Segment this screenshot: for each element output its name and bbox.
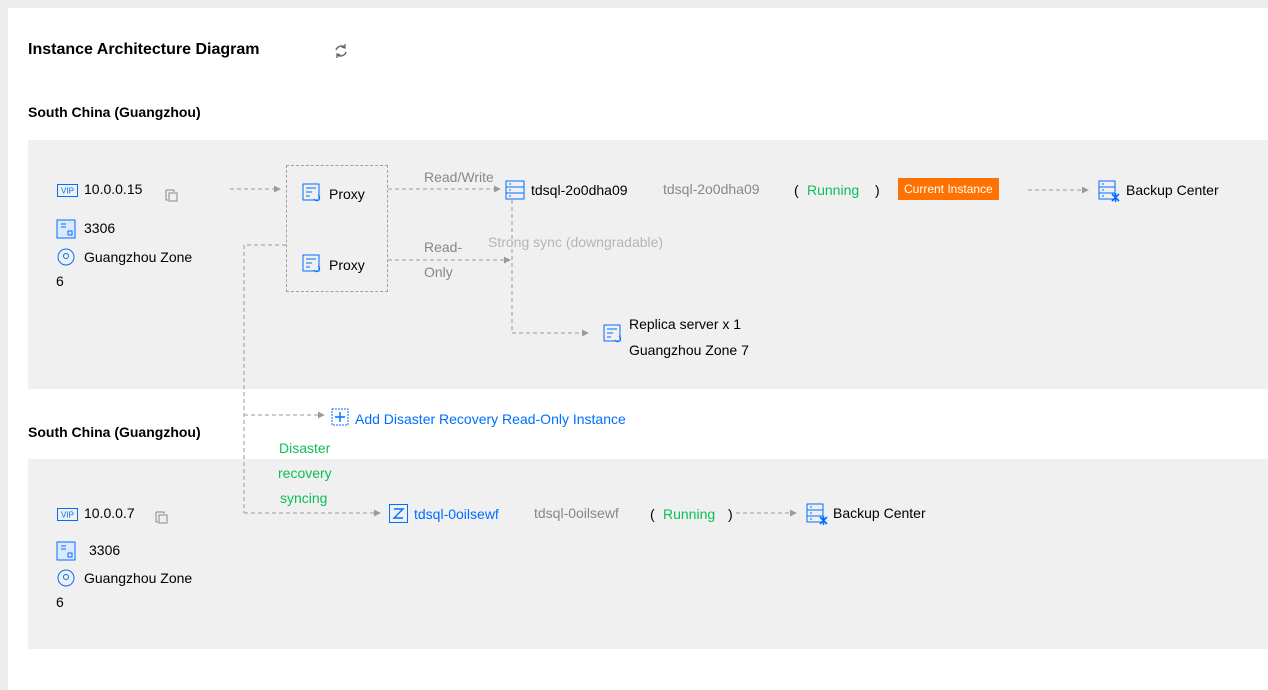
read-only-label-2: Only	[424, 264, 453, 280]
add-icon[interactable]	[331, 408, 349, 426]
paren-close: )	[875, 182, 880, 198]
dr-zone-line1: Guangzhou Zone	[84, 570, 193, 586]
primary-port: 3306	[84, 220, 116, 236]
primary-zone-line2: 6	[56, 273, 64, 289]
backup-icon	[806, 503, 828, 525]
dr-backup-center[interactable]: Backup Center	[833, 505, 926, 521]
current-instance-badge: Current Instance	[898, 178, 999, 200]
dr-sync-line3: syncing	[280, 490, 328, 506]
replica-line1: Replica server x 1	[629, 316, 742, 332]
page-title: Instance Architecture Diagram	[28, 41, 260, 58]
dr-paren-open: (	[650, 506, 655, 522]
dr-paren-close: )	[728, 506, 733, 522]
primary-vip: 10.0.0.15	[84, 181, 143, 197]
backup-icon	[1098, 180, 1120, 202]
proxy-icon	[302, 254, 321, 273]
primary-instance-id[interactable]: tdsql-2o0dha09	[531, 182, 628, 198]
read-only-label-1: Read-	[424, 239, 463, 255]
add-dr-instance-link[interactable]: Add Disaster Recovery Read-Only Instance	[355, 411, 626, 427]
dr-zone-line2: 6	[56, 594, 64, 610]
paren-open: (	[794, 182, 799, 198]
replica-icon	[603, 324, 622, 343]
primary-instance-name: tdsql-2o0dha09	[663, 181, 760, 197]
port-icon	[56, 219, 76, 239]
svg-text:VIP: VIP	[61, 187, 74, 196]
dr-sync-line1: Disaster	[279, 440, 331, 456]
dr-instance-id[interactable]: tdsql-0oilsewf	[414, 506, 499, 522]
z-instance-icon	[389, 504, 408, 523]
location-icon	[57, 569, 75, 587]
primary-backup-center[interactable]: Backup Center	[1126, 182, 1219, 198]
port-icon	[56, 541, 76, 561]
region-title-disaster: South China (Guangzhou)	[28, 424, 201, 440]
proxy-icon	[302, 183, 321, 202]
vip-icon: VIP	[57, 184, 78, 197]
strong-sync-label: Strong sync (downgradable)	[488, 234, 664, 250]
region-title-primary: South China (Guangzhou)	[28, 104, 201, 120]
proxy-label-2: Proxy	[329, 257, 365, 273]
disaster-panel	[28, 459, 1268, 649]
copy-icon[interactable]	[155, 511, 169, 525]
dr-sync-line2: recovery	[278, 465, 332, 481]
dr-port: 3306	[89, 542, 121, 558]
copy-icon[interactable]	[165, 189, 179, 203]
vip-icon: VIP	[57, 508, 78, 521]
location-icon	[57, 248, 75, 266]
read-write-label: Read/Write	[424, 169, 494, 185]
primary-status: Running	[807, 182, 860, 198]
proxy-label-1: Proxy	[329, 186, 365, 202]
svg-text:VIP: VIP	[61, 511, 74, 520]
dr-instance-name: tdsql-0oilsewf	[534, 505, 619, 521]
replica-line2: Guangzhou Zone 7	[629, 342, 749, 358]
primary-zone-line1: Guangzhou Zone	[84, 249, 193, 265]
dr-status: Running	[663, 506, 716, 522]
refresh-icon[interactable]	[332, 42, 350, 60]
dr-vip: 10.0.0.7	[84, 505, 135, 521]
server-icon	[505, 180, 525, 200]
